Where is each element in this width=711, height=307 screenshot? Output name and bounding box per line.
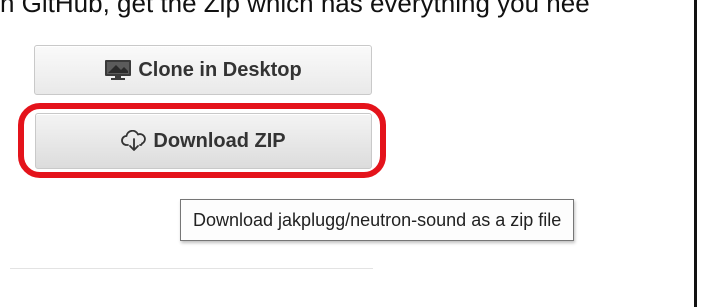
caption-text: n GitHub, get the Zip which has everythi…	[0, 0, 590, 18]
clone-in-desktop-button[interactable]: Clone in Desktop	[34, 45, 372, 95]
red-highlight-annotation	[18, 103, 386, 178]
clone-in-desktop-label: Clone in Desktop	[138, 58, 302, 81]
download-tooltip: Download jakplugg/neutron-sound as a zip…	[180, 199, 575, 241]
section-divider	[10, 268, 373, 269]
desktop-monitor-icon	[104, 59, 132, 81]
window-edge-divider	[694, 0, 697, 307]
